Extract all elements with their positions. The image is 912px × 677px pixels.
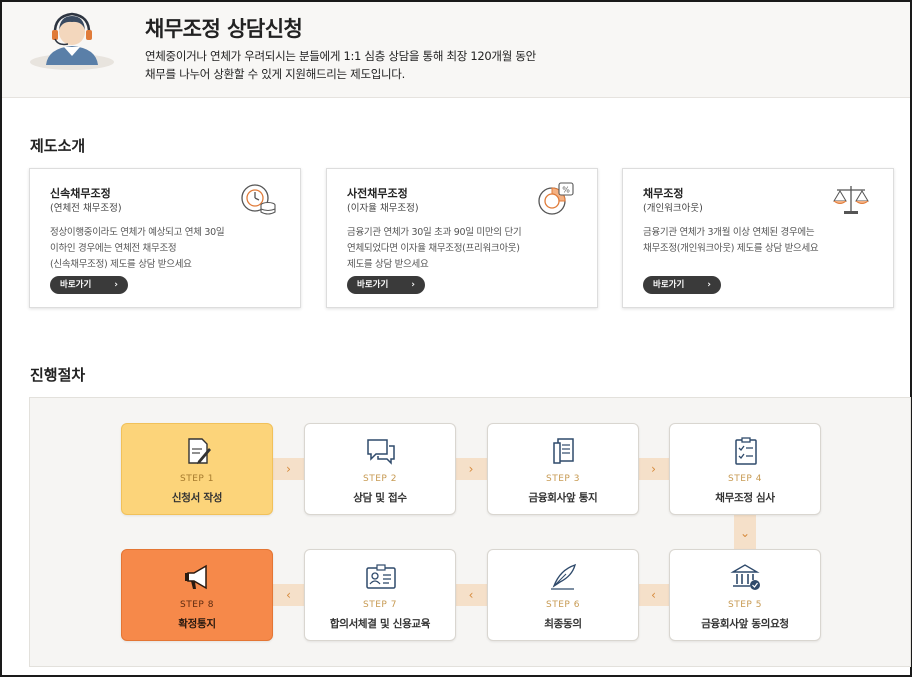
chevron-right-icon: › — [707, 280, 711, 290]
step-arrow-left-icon: ‹ — [454, 584, 488, 606]
step-number: STEP 3 — [546, 474, 580, 484]
step-number: STEP 5 — [728, 600, 762, 610]
chevron-right-icon: › — [411, 280, 415, 290]
step-number: STEP 1 — [180, 474, 214, 484]
step-1: STEP 1 신청서 작성 — [121, 423, 273, 515]
step-label: 금융회사앞 통지 — [528, 492, 598, 504]
step-number: STEP 2 — [363, 474, 397, 484]
step-arrow-left-icon: ‹ — [272, 584, 305, 606]
step-label: 최종동의 — [544, 618, 582, 630]
bank-check-icon — [730, 564, 760, 590]
card-description: 금융기관 연체가 30일 초과 90일 미만의 단기 연체되었다면 이자율 채무… — [347, 225, 592, 273]
scale-icon — [833, 186, 869, 214]
step-7: STEP 7 합의서체결 및 신용교육 — [304, 549, 456, 641]
card-desc-line: 금융기관 연체가 30일 초과 90일 미만의 단기 — [347, 227, 522, 238]
step-label: 합의서체결 및 신용교육 — [329, 618, 431, 630]
megaphone-icon — [185, 564, 207, 590]
card-desc-line: 연체되었다면 이자율 채무조정(프리워크아웃) — [347, 243, 520, 254]
clock-coins-icon — [241, 184, 276, 215]
step-5: STEP 5 금융회사앞 동의요청 — [669, 549, 821, 641]
step-number: STEP 6 — [546, 600, 580, 610]
process-section-title: 진행절차 — [30, 366, 86, 384]
go-button-label: 바로가기 — [357, 280, 389, 290]
step-arrow-left-icon: ‹ — [637, 584, 670, 606]
clipboard-checklist-icon — [735, 437, 757, 465]
step-number: STEP 7 — [363, 600, 397, 610]
page-title: 채무조정 상담신청 — [145, 17, 303, 41]
counselor-headset-icon — [30, 12, 114, 70]
go-button[interactable]: 바로가기 › — [50, 276, 128, 294]
svg-text:%: % — [562, 186, 570, 195]
card-desc-line: 채무조정(개인워크아웃) 제도를 상담 받으세요 — [643, 243, 819, 254]
card-title: 사전채무조정 — [347, 187, 408, 200]
card-subtitle: (연체전 채무조정) — [50, 203, 122, 214]
quill-pen-icon — [551, 563, 577, 590]
step-number: STEP 8 — [180, 600, 214, 610]
step-arrow-right-icon: › — [272, 458, 305, 480]
card-subtitle: (개인워크아웃) — [643, 203, 703, 214]
card-desc-line: 이하인 경우에는 연체전 채무조정 — [50, 243, 177, 254]
percent-chart-icon: % — [538, 182, 574, 215]
card-title: 채무조정 — [643, 187, 684, 200]
step-4: STEP 4 채무조정 심사 — [669, 423, 821, 515]
step-label: 상담 및 접수 — [353, 492, 407, 504]
step-label: 채무조정 심사 — [715, 492, 775, 504]
card-subtitle: (이자율 채무조정) — [347, 203, 419, 214]
intro-section-title: 제도소개 — [30, 137, 86, 155]
go-button[interactable]: 바로가기 › — [643, 276, 721, 294]
step-2: STEP 2 상담 및 접수 — [304, 423, 456, 515]
description-line-2: 채무를 나누어 상환할 수 있게 지원해드리는 제도입니다. — [145, 67, 405, 81]
step-number: STEP 4 — [728, 474, 762, 484]
card-desc-line: (신속채무조정) 제도를 상담 받으세요 — [50, 259, 192, 270]
step-6: STEP 6 최종동의 — [487, 549, 639, 641]
card-debt-adjustment: 채무조정 (개인워크아웃) 금융기관 연체가 3개월 이상 연체된 경우에는 채… — [622, 168, 894, 308]
card-quick-debt-adjustment: 신속채무조정 (연체전 채무조정) 정상이행중이라도 연체가 예상되고 연체 3… — [29, 168, 301, 308]
go-button-label: 바로가기 — [653, 280, 685, 290]
document-pen-icon — [188, 438, 211, 464]
chevron-right-icon: › — [114, 280, 118, 290]
step-arrow-right-icon: › — [454, 458, 488, 480]
card-pre-debt-adjustment: 사전채무조정 (이자율 채무조정) % 금융기관 연체가 30일 초과 90일 … — [326, 168, 598, 308]
description-line-1: 연체중이거나 연체가 우려되시는 분들에게 1:1 심층 상담을 통해 최장 1… — [145, 49, 536, 63]
page-header: 채무조정 상담신청 연체중이거나 연체가 우려되시는 분들에게 1:1 심층 상… — [2, 2, 910, 98]
step-label: 확정통지 — [178, 618, 216, 630]
step-label: 신청서 작성 — [171, 492, 223, 504]
card-desc-line: 정상이행중이라도 연체가 예상되고 연체 30일 — [50, 227, 225, 238]
step-label: 금융회사앞 동의요청 — [701, 618, 789, 630]
id-card-icon — [366, 564, 396, 589]
go-button[interactable]: 바로가기 › — [347, 276, 425, 294]
card-desc-line: 제도를 상담 받으세요 — [347, 259, 429, 270]
step-8: STEP 8 확정통지 — [121, 549, 273, 641]
go-button-label: 바로가기 — [60, 280, 92, 290]
card-title: 신속채무조정 — [50, 187, 111, 200]
step-arrow-right-icon: › — [637, 458, 670, 480]
card-description: 금융기관 연체가 3개월 이상 연체된 경우에는 채무조정(개인워크아웃) 제도… — [643, 225, 888, 257]
document-stack-icon — [553, 438, 574, 464]
step-arrow-down-icon: ⌄ — [734, 515, 756, 551]
chat-bubbles-icon — [367, 439, 395, 465]
card-description: 정상이행중이라도 연체가 예상되고 연체 30일 이하인 경우에는 연체전 채무… — [50, 225, 295, 273]
card-desc-line: 금융기관 연체가 3개월 이상 연체된 경우에는 — [643, 227, 815, 238]
step-3: STEP 3 금융회사앞 통지 — [487, 423, 639, 515]
page-description: 연체중이거나 연체가 우려되시는 분들에게 1:1 심층 상담을 통해 최장 1… — [145, 47, 645, 83]
